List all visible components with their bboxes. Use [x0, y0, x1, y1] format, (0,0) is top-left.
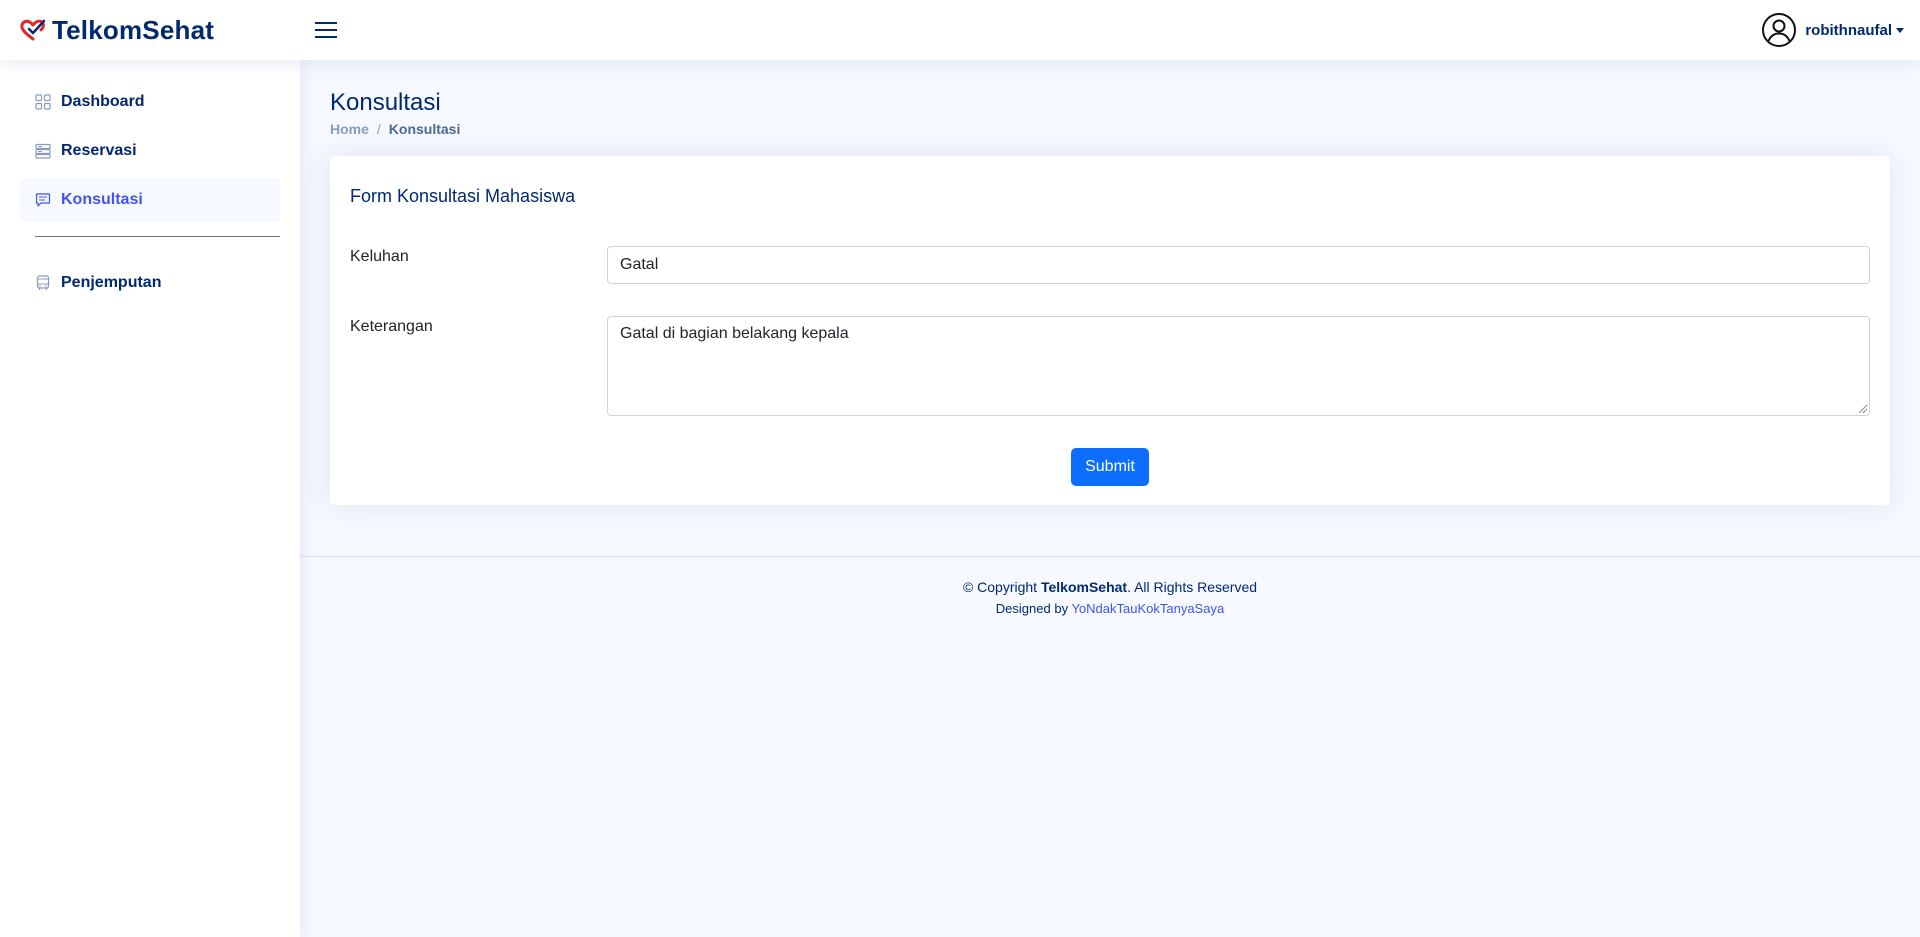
sidebar-item-penjemputan[interactable]: Penjemputan [20, 261, 280, 305]
sidebar-toggle-button[interactable] [313, 18, 339, 42]
copyright-text: © Copyright TelkomSehat. All Rights Rese… [300, 579, 1920, 595]
submit-button[interactable]: Submit [1071, 448, 1149, 486]
sidebar-item-label: Reservasi [61, 142, 137, 159]
designer-link[interactable]: YoNdakTauKokTanyaSaya [1071, 601, 1224, 616]
sidebar-item-label: Penjemputan [61, 274, 162, 291]
sidebar-item-label: Dashboard [61, 93, 145, 110]
brand-logo[interactable]: TelkomSehat [20, 13, 214, 47]
copyright-brand: TelkomSehat [1040, 579, 1128, 595]
heart-logo-icon [20, 19, 46, 41]
bus-icon [36, 275, 50, 290]
keluhan-input[interactable]: Gatal [607, 246, 1870, 284]
chevron-down-icon [1896, 27, 1904, 33]
grid-icon [35, 94, 51, 110]
hamburger-menu-icon [315, 22, 337, 38]
consultation-form-card: Form Konsultasi Mahasiswa Keluhan Gatal … [330, 156, 1890, 505]
sidebar-item-label: Konsultasi [61, 191, 143, 208]
form-title: Form Konsultasi Mahasiswa [350, 186, 576, 206]
page-title: Konsultasi [330, 89, 441, 116]
sidebar-item-reservasi[interactable]: Reservasi [20, 129, 280, 173]
sidebar-item-dashboard[interactable]: Dashboard [20, 80, 280, 124]
keterangan-label: Keterangan [350, 318, 433, 335]
top-header: TelkomSehat robithnaufal [0, 0, 1920, 60]
keterangan-text: Gatal di bagian belakang kepala [620, 325, 849, 342]
sidebar-divider [35, 236, 280, 237]
username: robithnaufal [1805, 21, 1892, 39]
brand-name: TelkomSehat [52, 14, 215, 45]
designed-by-prefix: Designed by [995, 601, 1072, 616]
user-avatar-icon [1762, 13, 1797, 47]
breadcrumb-home-link[interactable]: Home [330, 121, 369, 137]
resize-handle-icon[interactable] [1859, 405, 1867, 413]
breadcrumb-separator: / [376, 121, 381, 137]
footer: © Copyright TelkomSehat. All Rights Rese… [300, 556, 1920, 616]
copyright-suffix: . All Rights Reserved [1127, 579, 1258, 595]
breadcrumb-current: Konsultasi [388, 121, 461, 137]
profile-dropdown[interactable]: robithnaufal [1761, 12, 1904, 48]
main-content: Konsultasi Home / Konsultasi Form Konsul… [300, 60, 1920, 937]
server-icon [35, 143, 51, 159]
keluhan-label: Keluhan [350, 248, 409, 265]
breadcrumb: Home / Konsultasi [330, 121, 460, 137]
keterangan-textarea[interactable]: Gatal di bagian belakang kepala [607, 316, 1870, 416]
credits-text: Designed by YoNdakTauKokTanyaSaya [300, 601, 1920, 616]
copyright-prefix: © Copyright [962, 579, 1041, 595]
sidebar: Dashboard Reservasi Konsultasi Penjemput… [0, 60, 300, 937]
sidebar-item-konsultasi[interactable]: Konsultasi [20, 178, 280, 222]
chat-icon [35, 193, 51, 207]
